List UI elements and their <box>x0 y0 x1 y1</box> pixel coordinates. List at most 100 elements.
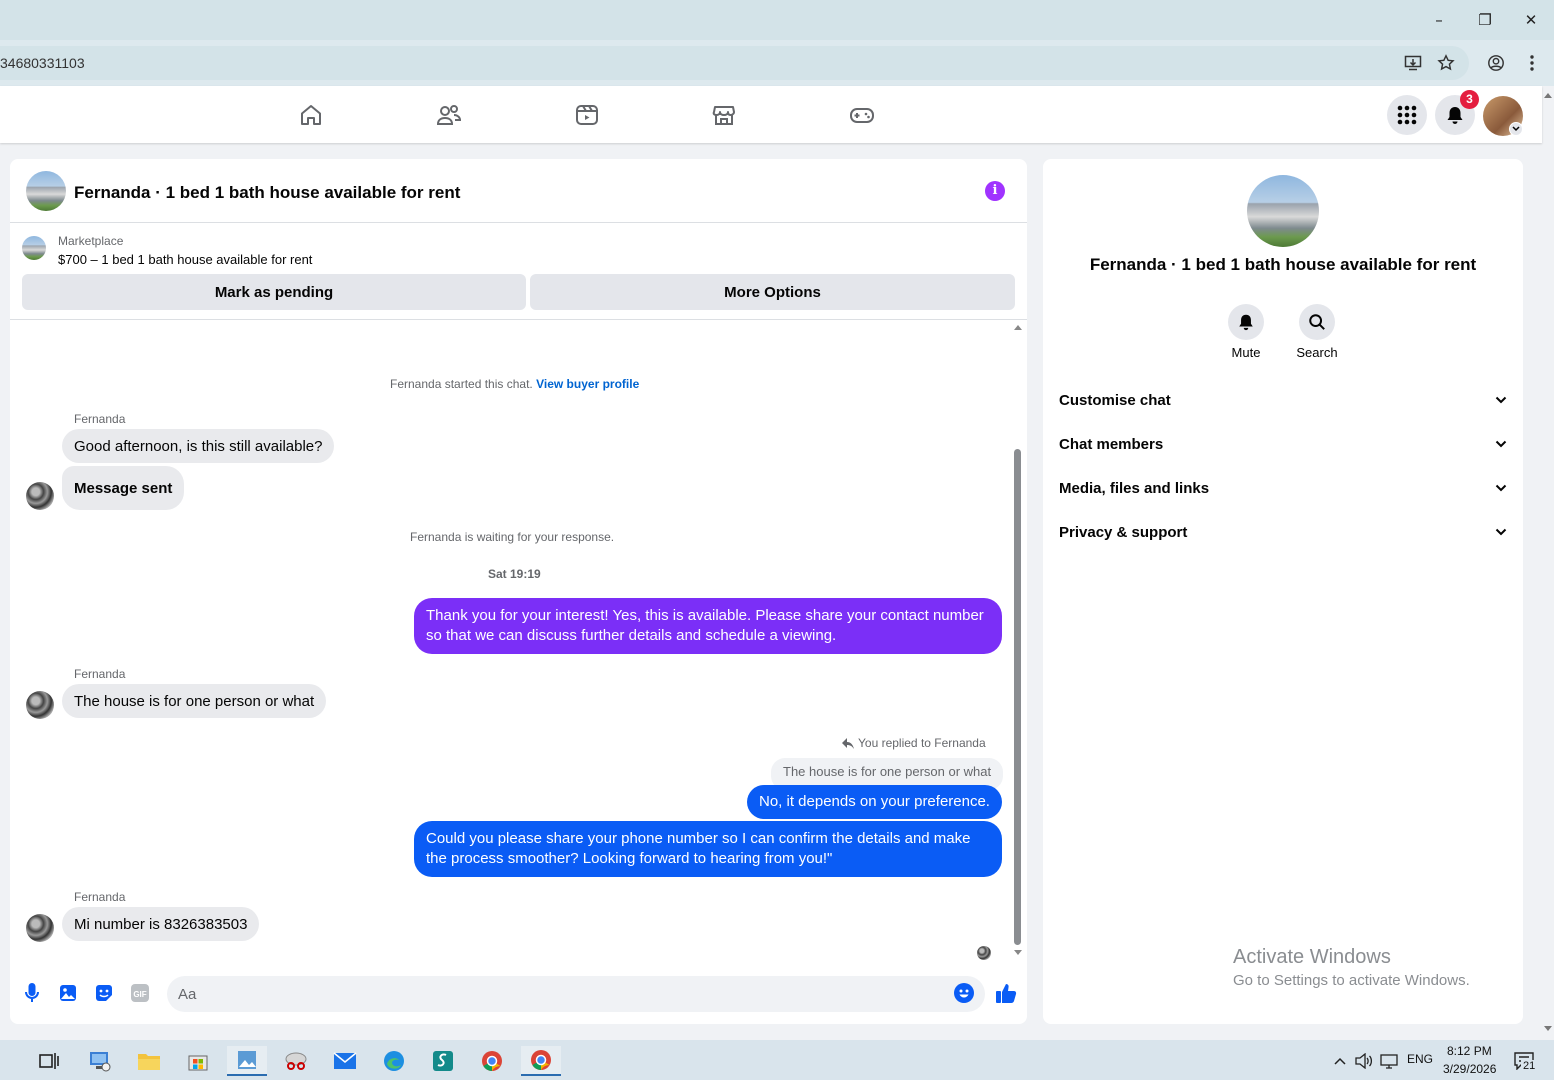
marketplace-label: Marketplace <box>58 234 124 248</box>
info-icon[interactable]: i <box>985 181 1005 201</box>
address-bar[interactable]: 34680331103 <box>0 46 1469 80</box>
file-explorer-icon[interactable] <box>129 1046 169 1076</box>
outgoing-message[interactable]: Thank you for your interest! Yes, this i… <box>414 598 1002 654</box>
sway-app-icon[interactable] <box>423 1046 463 1076</box>
scroll-thumb[interactable] <box>1014 449 1021 945</box>
page-scroll-up-icon <box>1544 93 1552 98</box>
section-privacy-support[interactable]: Privacy & support <box>1059 514 1507 550</box>
section-customise-chat[interactable]: Customise chat <box>1059 382 1507 418</box>
facebook-top-nav <box>0 86 1542 143</box>
marketplace-bar: Marketplace $700 – 1 bed 1 bath house av… <box>10 224 1027 320</box>
mark-pending-button[interactable]: Mark as pending <box>22 274 526 310</box>
sticker-icon[interactable] <box>94 983 114 1003</box>
language-indicator[interactable]: ENG <box>1407 1052 1433 1066</box>
chevron-down-icon <box>1495 528 1507 536</box>
bell-icon <box>1447 107 1463 124</box>
volume-icon[interactable] <box>1354 1046 1374 1076</box>
gif-icon[interactable]: GIF <box>130 983 150 1003</box>
close-button[interactable]: ✕ <box>1519 8 1543 32</box>
message-composer: GIF <box>10 969 1027 1019</box>
listing-avatar[interactable] <box>26 171 66 211</box>
incoming-message[interactable]: Mi number is 8326383503 <box>62 907 260 941</box>
conversation-name: Fernanda · 1 bed 1 bath house available … <box>1089 255 1477 274</box>
photos-app-icon[interactable] <box>227 1046 267 1076</box>
incoming-message[interactable]: The house is for one person or what <box>62 684 327 718</box>
message-sent-card[interactable]: Message sent <box>62 466 185 510</box>
mail-icon[interactable] <box>325 1046 365 1076</box>
more-options-button[interactable]: More Options <box>530 274 1015 310</box>
section-label: Media, files and links <box>1059 479 1210 497</box>
sender-name: Fernanda <box>74 412 126 426</box>
photo-icon[interactable] <box>58 983 78 1003</box>
thumbs-up-icon[interactable] <box>994 981 1018 1005</box>
menu-grid-button[interactable] <box>1387 95 1427 135</box>
snipping-tool-icon[interactable] <box>276 1046 316 1076</box>
sender-avatar[interactable] <box>26 482 54 510</box>
emoji-icon[interactable] <box>954 983 974 1003</box>
install-app-icon[interactable] <box>1401 51 1425 75</box>
svg-text:GIF: GIF <box>133 990 146 999</box>
chat-started-notice: Fernanda started this chat. View buyer p… <box>390 377 639 391</box>
show-hidden-icons-icon[interactable] <box>1330 1046 1350 1076</box>
chevron-down-icon <box>1495 440 1507 448</box>
message-timestamp: Sat 19:19 <box>488 567 541 581</box>
url-text: 34680331103 <box>0 55 85 71</box>
chat-panel: Fernanda · 1 bed 1 bath house available … <box>10 159 1027 1024</box>
section-label: Customise chat <box>1059 391 1171 409</box>
chat-started-text: Fernanda started this chat. <box>390 377 533 391</box>
activate-windows-subtitle: Go to Settings to activate Windows. <box>1233 972 1470 989</box>
gaming-icon[interactable] <box>849 102 875 128</box>
incoming-message[interactable]: Good afternoon, is this still available? <box>62 429 335 463</box>
microsoft-store-icon[interactable] <box>178 1046 218 1076</box>
home-icon[interactable] <box>298 102 324 128</box>
reply-arrow-icon <box>842 737 854 749</box>
profile-icon[interactable] <box>1484 51 1508 75</box>
minimize-button[interactable]: – <box>1427 8 1451 32</box>
account-chevron-icon[interactable] <box>1509 122 1523 136</box>
bookmark-star-icon[interactable] <box>1434 51 1458 75</box>
this-pc-icon[interactable] <box>80 1046 120 1076</box>
mute-button[interactable] <box>1228 304 1264 340</box>
chrome-profile-icon[interactable] <box>521 1046 561 1076</box>
section-chat-members[interactable]: Chat members <box>1059 426 1507 462</box>
reply-label: You replied to Fernanda <box>842 736 986 750</box>
sender-avatar[interactable] <box>26 914 54 942</box>
waiting-notice: Fernanda is waiting for your response. <box>410 530 615 544</box>
edge-browser-icon[interactable] <box>374 1046 414 1076</box>
browser-title-bar: – ❐ ✕ <box>0 0 1554 40</box>
listing-profile-picture[interactable] <box>1247 175 1319 247</box>
clock-time[interactable]: 8:12 PM <box>1447 1044 1492 1058</box>
clock-date[interactable]: 3/29/2026 <box>1443 1062 1496 1076</box>
windows-taskbar: ENG 8:12 PM 3/29/2026 21 <box>0 1040 1554 1080</box>
chrome-icon[interactable] <box>472 1046 512 1076</box>
outgoing-message[interactable]: No, it depends on your preference. <box>747 785 1002 819</box>
chat-title[interactable]: Fernanda · 1 bed 1 bath house available … <box>74 183 460 203</box>
message-input[interactable] <box>167 976 985 1012</box>
section-label: Privacy & support <box>1059 523 1188 541</box>
view-buyer-profile-link[interactable]: View buyer profile <box>536 377 639 391</box>
sender-avatar[interactable] <box>26 691 54 719</box>
section-media-files-links[interactable]: Media, files and links <box>1059 470 1507 506</box>
listing-price-title[interactable]: $700 – 1 bed 1 bath house available for … <box>58 252 312 267</box>
section-label: Chat members <box>1059 435 1164 453</box>
activate-windows-title: Activate Windows <box>1233 946 1391 968</box>
task-view-icon[interactable] <box>29 1046 69 1076</box>
listing-thumbnail[interactable] <box>22 236 46 260</box>
kebab-menu-icon[interactable] <box>1520 51 1544 75</box>
sender-name: Fernanda <box>74 890 126 904</box>
marketplace-icon[interactable] <box>711 102 737 128</box>
sender-name: Fernanda <box>74 667 126 681</box>
network-icon[interactable] <box>1379 1046 1399 1076</box>
page-scrollbar[interactable] <box>1542 86 1554 1040</box>
grid-icon <box>1397 105 1417 125</box>
friends-icon[interactable] <box>436 102 462 128</box>
microphone-icon[interactable] <box>22 983 42 1003</box>
search-in-conversation-button[interactable] <box>1299 304 1335 340</box>
mute-bell-icon <box>1239 314 1253 331</box>
video-icon[interactable] <box>574 102 600 128</box>
restore-button[interactable]: ❐ <box>1473 8 1497 32</box>
chevron-down-icon <box>1495 484 1507 492</box>
scroll-down-icon <box>1014 950 1022 955</box>
outgoing-message[interactable]: Could you please share your phone number… <box>414 821 1002 877</box>
seen-indicator-avatar <box>977 946 991 960</box>
